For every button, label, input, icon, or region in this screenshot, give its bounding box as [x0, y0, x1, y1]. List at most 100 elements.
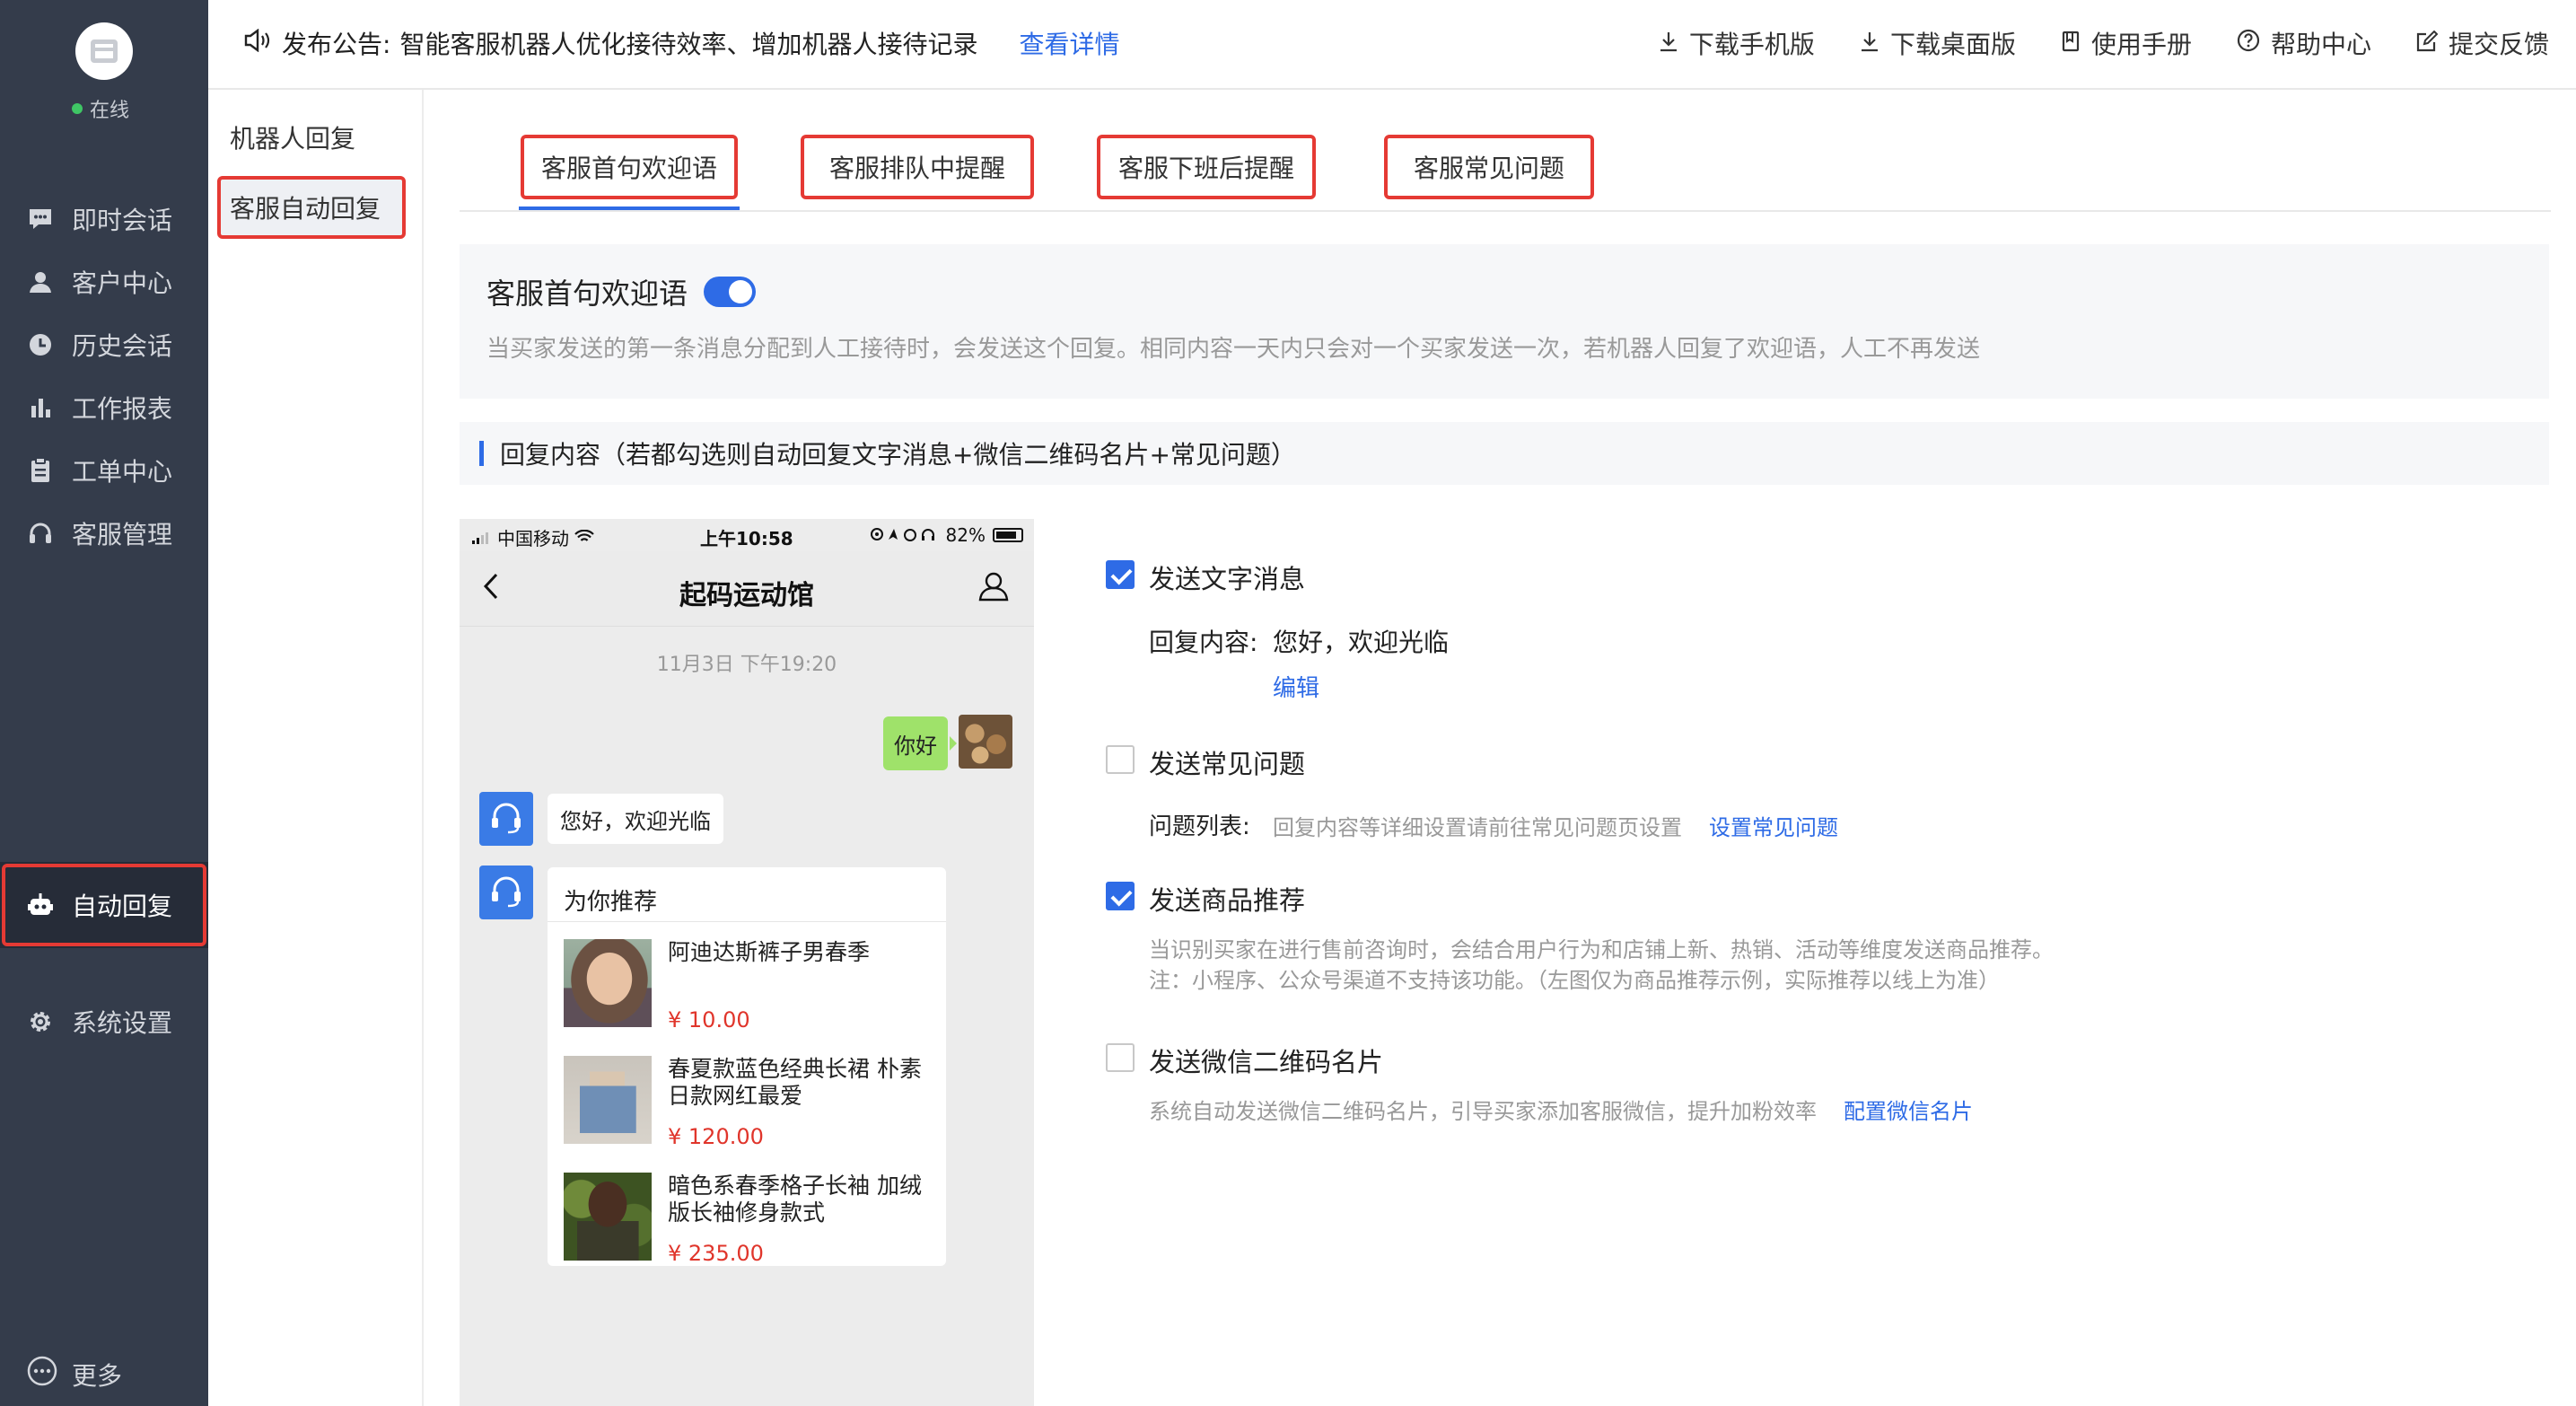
product-item: 暗色系春季格子长袖 加绒版长袖修身款式 ¥ 235.00	[564, 1173, 932, 1266]
nav-item-label: 系统设置	[72, 1008, 173, 1038]
edit-icon	[2416, 29, 2439, 58]
product-image	[564, 1173, 652, 1261]
more-button[interactable]: 更多	[27, 1356, 122, 1393]
send-faq-label: 发送常见问题	[1149, 749, 1306, 779]
store-icon	[91, 40, 118, 63]
divider	[548, 921, 946, 922]
wechat-card-description: 系统自动发送微信二维码名片，引导买家添加客服微信，提升加粉效率	[1149, 1099, 1817, 1124]
nav-item-label: 工作报表	[72, 394, 173, 424]
welcome-panel: 客服首句欢迎语 当买家发送的第一条消息分配到人工接待时，会发送这个回复。相同内容…	[460, 244, 2549, 399]
product-item: 阿迪达斯裤子男春季 ¥ 10.00	[564, 939, 932, 1033]
book-icon	[2061, 29, 2081, 58]
product-name: 暗色系春季格子长袖 加绒版长袖修身款式	[668, 1173, 922, 1226]
product-item: 春夏款蓝色经典长裙 朴素日款网红最爱 ¥ 120.00	[564, 1056, 932, 1149]
phone-status-bar: 中国移动 上午10:58 82%	[460, 519, 1034, 551]
buyer-avatar	[959, 715, 1012, 769]
submit-feedback-link[interactable]: 提交反馈	[2416, 25, 2549, 61]
configure-faq-link[interactable]: 设置常见问题	[1709, 810, 1838, 841]
submenu-item-robot-reply[interactable]: 机器人回复	[219, 106, 399, 169]
phone-nav-bar: 起码运动馆	[460, 551, 1034, 627]
section-accent-bar	[479, 441, 484, 466]
download-icon	[1659, 29, 1678, 58]
headset-icon	[488, 873, 524, 912]
top-link-label: 下载手机版	[1688, 30, 1815, 59]
nav-item-label: 即时会话	[72, 206, 173, 235]
help-center-link[interactable]: 帮助中心	[2237, 25, 2371, 61]
reply-content-value: 您好，欢迎光临	[1273, 628, 1450, 657]
question-list-hint: 回复内容等详细设置请前往常见问题页设置	[1273, 815, 1682, 840]
nav-item-label: 客服管理	[72, 520, 173, 549]
nav-item-auto-reply[interactable]: 自动回复	[0, 862, 208, 948]
battery-icon	[993, 528, 1023, 542]
send-text-label: 发送文字消息	[1149, 564, 1306, 594]
submenu-item-service-auto-reply[interactable]: 客服自动回复	[217, 176, 406, 239]
more-label: 更多	[72, 1360, 123, 1391]
online-status-label: 在线	[90, 100, 130, 122]
product-recommendation-card: 为你推荐 阿迪达斯裤子男春季 ¥ 10.00 春夏款蓝色经典长裙 朴素日款网红最…	[548, 867, 946, 1266]
download-desktop-link[interactable]: 下载桌面版	[1860, 25, 2016, 61]
shop-avatar[interactable]	[75, 22, 133, 80]
product-price: ¥ 10.00	[668, 1007, 750, 1033]
products-description: 当识别买家在进行售前咨询时，会结合用户行为和店铺上新、热销、活动等维度发送商品推…	[1149, 937, 2054, 962]
left-sidebar: 在线 即时会话 客户中心 历史会话 工作报表 工单中心 客服管理 自动回复 系统…	[0, 0, 208, 1406]
user-manual-link[interactable]: 使用手册	[2061, 25, 2192, 61]
top-bar: 发布公告: 智能客服机器人优化接待效率、增加机器人接待记录 查看详情 下载手机版…	[208, 0, 2576, 90]
announcement-bar: 发布公告: 智能客服机器人优化接待效率、增加机器人接待记录 查看详情	[244, 25, 1119, 61]
bar-chart-icon	[27, 394, 54, 421]
announcement-prefix: 发布公告:	[282, 30, 391, 59]
clipboard-icon	[27, 457, 54, 484]
speaker-icon	[244, 28, 271, 58]
nav-item-label: 历史会话	[72, 331, 173, 361]
announcement-text: 智能客服机器人优化接待效率、增加机器人接待记录	[399, 30, 978, 59]
carrier-name: 中国移动	[497, 528, 569, 549]
send-products-label: 发送商品推荐	[1149, 885, 1306, 916]
welcome-description: 当买家发送的第一条消息分配到人工接待时，会发送这个回复。相同内容一天内只会对一个…	[486, 336, 1981, 363]
section-title: 回复内容（若都勾选则自动回复文字消息+微信二维码名片+常见问题）	[500, 440, 1296, 470]
reply-type-tabs: 客服首句欢迎语 客服排队中提醒 客服下班后提醒 客服常见问题	[460, 135, 2551, 212]
carrier-info: 中国移动	[472, 524, 594, 550]
configure-wechat-card-link[interactable]: 配置微信名片	[1844, 1094, 1973, 1125]
product-image	[564, 1056, 652, 1144]
incoming-message: 您好，欢迎光临	[548, 794, 723, 844]
send-products-checkbox[interactable]	[1106, 882, 1135, 910]
tab-queue-reminder[interactable]: 客服排队中提醒	[801, 135, 1034, 199]
online-dot-icon	[72, 103, 83, 114]
top-link-label: 使用手册	[2090, 30, 2192, 59]
profile-icon	[978, 571, 1009, 605]
top-link-label: 帮助中心	[2270, 30, 2371, 59]
send-faq-checkbox[interactable]	[1106, 745, 1135, 774]
signal-icon	[472, 527, 492, 549]
welcome-title: 客服首句欢迎语	[486, 277, 688, 311]
send-text-checkbox[interactable]	[1106, 560, 1135, 589]
tab-off-duty-reminder[interactable]: 客服下班后提醒	[1097, 135, 1316, 199]
product-price: ¥ 120.00	[668, 1124, 764, 1149]
battery-percent: 82%	[945, 524, 986, 546]
send-wechat-card-label: 发送微信二维码名片	[1149, 1047, 1384, 1077]
send-wechat-card-checkbox[interactable]	[1106, 1043, 1135, 1072]
reply-content-section-header: 回复内容（若都勾选则自动回复文字消息+微信二维码名片+常见问题）	[460, 422, 2549, 485]
top-link-label: 下载桌面版	[1889, 30, 2016, 59]
top-links: 下载手机版 下载桌面版 使用手册 帮助中心 提交反馈	[1659, 25, 2549, 61]
nav-item-label: 客户中心	[72, 268, 173, 298]
download-mobile-link[interactable]: 下载手机版	[1659, 25, 1815, 61]
edit-reply-link[interactable]: 编辑	[1273, 670, 1319, 703]
clock-icon	[27, 331, 54, 358]
chat-icon	[27, 206, 54, 233]
download-icon	[1860, 29, 1879, 58]
service-avatar	[479, 866, 533, 919]
online-status[interactable]: 在线	[72, 95, 129, 122]
nav-item-system-settings[interactable]: 系统设置	[0, 979, 208, 1065]
nav-item-label: 自动回复	[72, 892, 173, 921]
tab-faq[interactable]: 客服常见问题	[1384, 135, 1594, 199]
question-list-label: 问题列表:	[1149, 813, 1250, 840]
chat-timestamp: 11月3日 下午19:20	[656, 654, 837, 676]
recommendation-title: 为你推荐	[564, 889, 658, 916]
headset-icon	[488, 799, 524, 839]
welcome-enable-toggle[interactable]	[704, 277, 756, 307]
announcement-details-link[interactable]: 查看详情	[1019, 25, 1119, 61]
top-link-label: 提交反馈	[2448, 30, 2549, 59]
product-name: 阿迪达斯裤子男春季	[668, 939, 871, 965]
nav-item-service-management[interactable]: 客服管理	[0, 490, 208, 576]
tab-first-welcome[interactable]: 客服首句欢迎语	[519, 135, 740, 210]
wifi-icon	[574, 527, 594, 549]
